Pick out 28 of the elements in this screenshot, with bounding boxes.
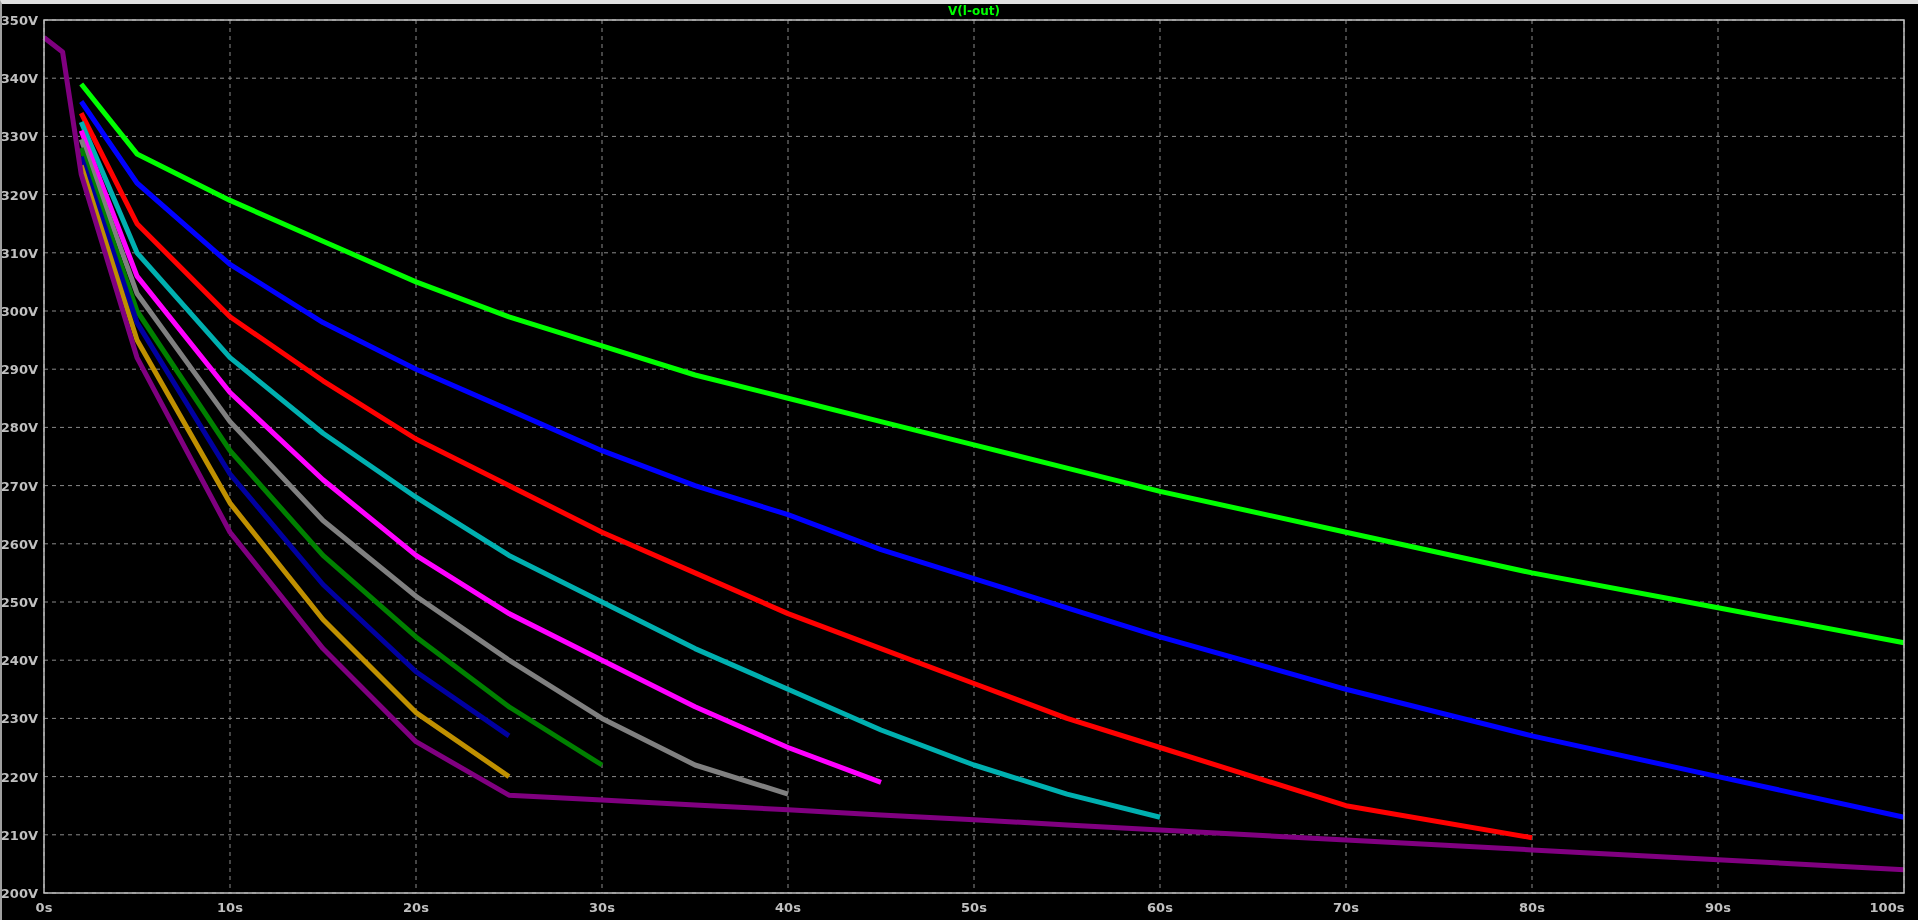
axis-tick-label: 40s [775,900,801,915]
axis-tick-label: 0s [35,900,53,915]
axis-tick-label: 90s [1705,900,1731,915]
axis-tick-label: 210V [2,827,38,843]
axis-tick-label: 240V [2,653,38,669]
axis-tick-label: 70s [1333,900,1359,915]
axis-tick-label: 100s [1869,900,1905,915]
axis-tick-label: 290V [2,362,38,378]
axis-tick-label: 310V [2,245,38,261]
axis-tick-label: 260V [2,536,38,552]
axis-tick-label: 50s [961,900,987,915]
axis-tick-label: 230V [2,711,38,727]
axis-tick-label: 330V [2,129,38,145]
axis-tick-label: 80s [1519,900,1545,915]
axis-tick-label: 60s [1147,900,1173,915]
axis-tick-label: 220V [2,769,38,785]
axis-tick-label: 20s [403,900,429,915]
axis-tick-label: 250V [2,595,38,610]
axis-tick-label: 30s [589,900,615,915]
axis-tick-label: 270V [2,478,38,494]
axis-tick-label: 200V [2,886,38,901]
axis-tick-label: 10s [217,900,243,915]
axis-tick-label: 280V [2,420,38,436]
axis-tick-label: 300V [2,304,38,319]
axis-tick-label: 340V [2,71,38,87]
chart-title: V(l-out) [948,4,1000,18]
axis-tick-label: 350V [2,13,38,28]
axis-tick-label: 320V [2,187,38,203]
